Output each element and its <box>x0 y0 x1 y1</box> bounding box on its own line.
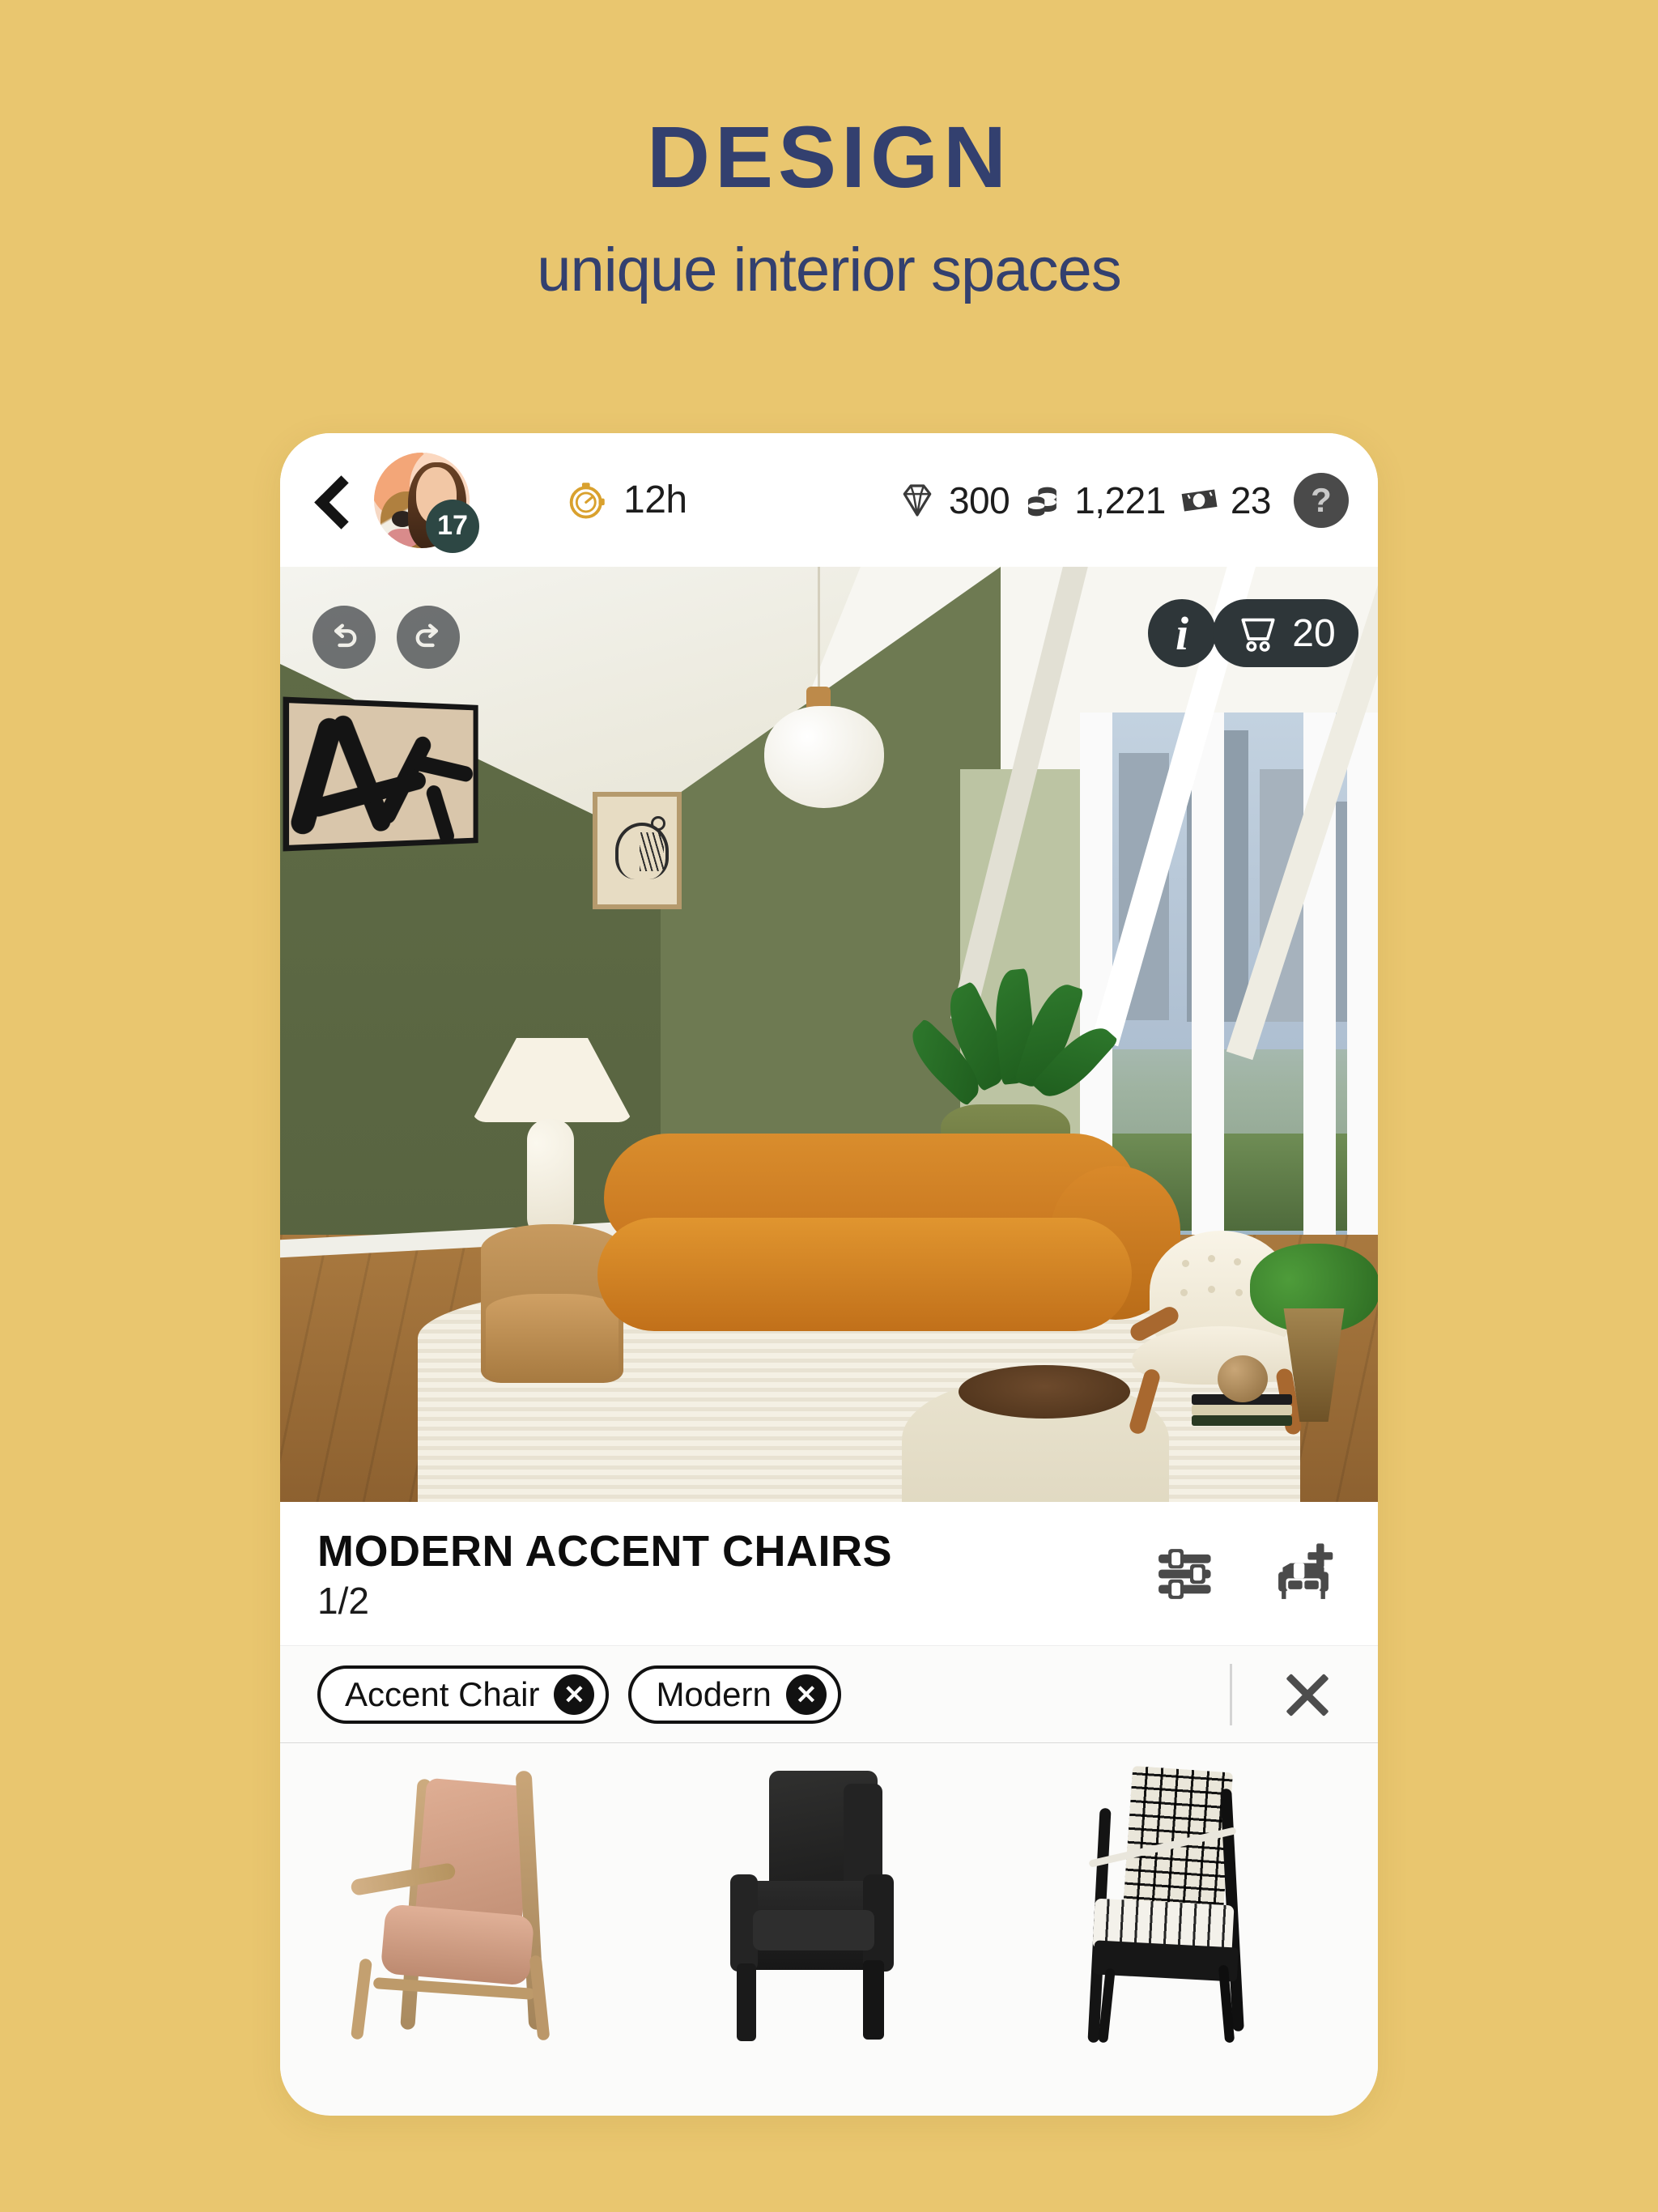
filter-chip-label: Modern <box>656 1674 772 1713</box>
cart-count: 20 <box>1292 611 1336 655</box>
ticket-count: 23 <box>1230 479 1272 521</box>
coins-icon <box>1028 487 1057 516</box>
close-x-icon[interactable] <box>1279 1666 1336 1723</box>
app-top-bar: 17 12h 300 1,221 23 ? <box>280 433 1378 567</box>
ticket-icon <box>1181 489 1218 511</box>
add-furniture-button[interactable] <box>1266 1537 1341 1611</box>
chair-leg-left <box>1128 1367 1162 1436</box>
stopwatch-icon <box>569 482 605 518</box>
curved-leather-sofa[interactable] <box>597 1134 1180 1376</box>
filter-chip-accent-chair[interactable]: Accent Chair ✕ <box>317 1665 610 1724</box>
diamond-count: 300 <box>948 479 1010 521</box>
chair-seat-cushion <box>752 1910 874 1950</box>
chair-leg <box>350 1958 372 2040</box>
divider <box>1230 1663 1232 1725</box>
title-block: MODERN ACCENT CHAIRS 1/2 <box>317 1526 1150 1623</box>
currency-coins[interactable]: 1,221 <box>1021 479 1166 522</box>
redo-button[interactable] <box>397 606 460 669</box>
avatar[interactable]: 17 <box>374 452 479 553</box>
remove-filter-icon[interactable]: ✕ <box>785 1674 827 1715</box>
currency-diamonds[interactable]: 300 <box>895 479 1010 522</box>
chair-leg <box>736 1963 756 2041</box>
cart-button[interactable]: 20 <box>1213 599 1358 667</box>
page-title: DESIGN <box>646 108 1012 206</box>
timer-value: 12h <box>623 479 687 521</box>
title-actions <box>1150 1537 1341 1611</box>
redo-arrow-icon <box>415 623 439 648</box>
diamond-icon <box>903 483 932 517</box>
decorative-stone[interactable] <box>1218 1355 1268 1402</box>
level-badge: 17 <box>426 499 479 553</box>
app-screenshot-card: 17 12h 300 1,221 23 ? i 20 MODERN ACCENT… <box>280 433 1378 2116</box>
room-render[interactable]: i 20 <box>280 567 1378 1502</box>
sun-circle <box>651 816 665 831</box>
product-item-black-upholstered-armchair[interactable] <box>675 1751 983 2059</box>
pendant-lamp[interactable] <box>764 706 884 808</box>
undo-button[interactable] <box>312 606 376 669</box>
category-heading: MODERN ACCENT CHAIRS <box>317 1526 892 1576</box>
sliders-icon <box>1158 1548 1211 1599</box>
undo-arrow-icon <box>334 623 357 648</box>
abstract-wall-art[interactable] <box>283 696 478 852</box>
energy-timer[interactable]: 12h <box>563 477 687 524</box>
pendant-cord <box>818 567 820 688</box>
table-lamp-base <box>527 1119 574 1239</box>
chevron-left-icon[interactable] <box>309 475 359 525</box>
page-subtitle: unique interior spaces <box>537 236 1122 304</box>
filter-chip-label: Accent Chair <box>345 1674 540 1713</box>
remove-filter-icon[interactable]: ✕ <box>554 1674 595 1715</box>
category-progress: 1/2 <box>317 1580 369 1623</box>
product-item-tan-leather-wood-lounge-chair[interactable] <box>331 1751 639 2059</box>
active-filters-bar: Accent Chair ✕ Modern ✕ <box>280 1646 1378 1743</box>
add-sofa-icon <box>1278 1542 1333 1599</box>
info-button[interactable]: i <box>1148 599 1216 667</box>
help-button[interactable]: ? <box>1294 472 1349 528</box>
currency-tickets[interactable]: 23 <box>1177 479 1272 522</box>
chair-leg <box>862 1960 884 2040</box>
palm-leaf <box>640 832 664 871</box>
wooden-tray[interactable] <box>959 1365 1130 1419</box>
chair-seat-cushion <box>380 1904 535 1986</box>
shopping-cart-icon <box>1241 618 1275 652</box>
filter-button[interactable] <box>1150 1537 1224 1611</box>
product-item-black-frame-woven-chair[interactable] <box>1019 1751 1327 2059</box>
currency-bar: 300 1,221 23 ? <box>895 472 1349 528</box>
filter-chip-modern[interactable]: Modern ✕ <box>628 1665 841 1724</box>
product-shelf <box>280 1743 1378 2083</box>
line-drawing-art[interactable] <box>593 792 682 909</box>
sofa-seat <box>597 1218 1132 1331</box>
promo-header: DESIGN unique interior spaces <box>0 0 1658 301</box>
chair-apron <box>1093 1940 1239 1982</box>
coin-count: 1,221 <box>1074 479 1166 521</box>
category-title-bar: MODERN ACCENT CHAIRS 1/2 <box>280 1502 1378 1646</box>
